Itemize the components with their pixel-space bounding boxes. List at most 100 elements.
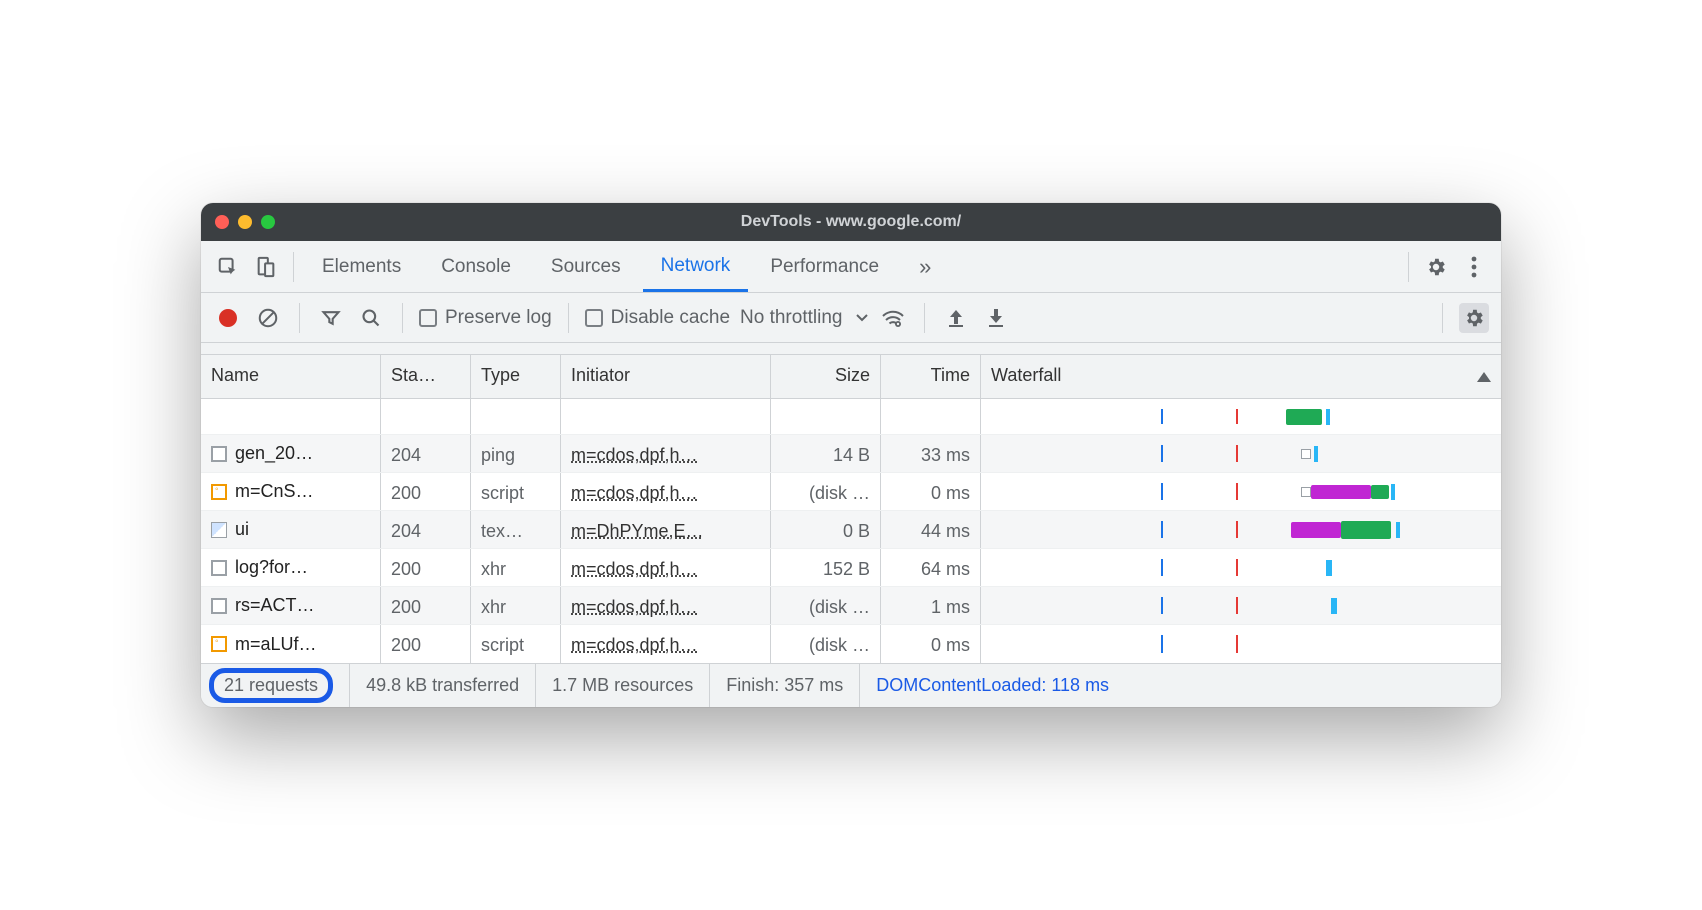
image-icon xyxy=(211,522,227,538)
table-row[interactable]: m=aLUf… 200 script m=cdos,dpf,h… (disk …… xyxy=(201,625,1501,663)
preserve-log-checkbox[interactable]: Preserve log xyxy=(419,307,552,329)
request-initiator[interactable]: m=cdos,dpf,h… xyxy=(561,473,771,510)
device-toolbar-icon[interactable] xyxy=(249,250,283,284)
request-initiator[interactable]: m=DhPYme,E… xyxy=(561,511,771,548)
tab-network[interactable]: Network xyxy=(643,243,749,292)
col-initiator[interactable]: Initiator xyxy=(561,355,771,398)
request-initiator[interactable]: m=cdos,dpf,h… xyxy=(561,549,771,586)
record-button[interactable] xyxy=(213,303,243,333)
traffic-lights xyxy=(215,215,275,229)
tab-overflow[interactable]: » xyxy=(901,242,949,292)
request-size: (disk … xyxy=(771,625,881,663)
tab-sources[interactable]: Sources xyxy=(533,244,639,290)
separator xyxy=(293,252,294,282)
minimize-window-button[interactable] xyxy=(238,215,252,229)
throttling-select[interactable]: No throttling xyxy=(740,307,868,329)
request-size: 0 B xyxy=(771,511,881,548)
request-time: 0 ms xyxy=(881,625,981,663)
table-row[interactable]: gen_20… 204 ping m=cdos,dpf,h… 14 B 33 m… xyxy=(201,435,1501,473)
request-time: 44 ms xyxy=(881,511,981,548)
search-icon[interactable] xyxy=(356,303,386,333)
separator xyxy=(568,303,569,333)
separator xyxy=(299,303,300,333)
request-time: 64 ms xyxy=(881,549,981,586)
request-initiator[interactable]: m=cdos,dpf,h… xyxy=(561,435,771,472)
filter-bar xyxy=(201,343,1501,355)
network-conditions-icon[interactable] xyxy=(878,303,908,333)
col-name[interactable]: Name xyxy=(201,355,381,398)
dom-content-loaded: DOMContentLoaded: 118 ms xyxy=(860,664,1125,707)
request-time: 33 ms xyxy=(881,435,981,472)
request-type: script xyxy=(471,473,561,510)
request-time: 1 ms xyxy=(881,587,981,624)
separator xyxy=(924,303,925,333)
maximize-window-button[interactable] xyxy=(261,215,275,229)
request-size: (disk … xyxy=(771,473,881,510)
request-name: m=CnS… xyxy=(235,481,314,502)
col-status[interactable]: Sta… xyxy=(381,355,471,398)
separator xyxy=(1442,303,1443,333)
network-settings-icon[interactable] xyxy=(1459,303,1489,333)
request-status: 200 xyxy=(381,473,471,510)
status-bar: 21 requests 49.8 kB transferred 1.7 MB r… xyxy=(201,663,1501,707)
main-tabbar: Elements Console Sources Network Perform… xyxy=(201,241,1501,293)
request-time: 0 ms xyxy=(881,473,981,510)
request-initiator[interactable]: m=cdos,dpf,h… xyxy=(561,625,771,663)
filter-icon[interactable] xyxy=(316,303,346,333)
titlebar: DevTools - www.google.com/ xyxy=(201,203,1501,241)
sort-indicator-icon xyxy=(1477,372,1491,382)
file-icon xyxy=(211,560,227,576)
col-size[interactable]: Size xyxy=(771,355,881,398)
transferred-size: 49.8 kB transferred xyxy=(350,664,536,707)
table-row[interactable]: log?for… 200 xhr m=cdos,dpf,h… 152 B 64 … xyxy=(201,549,1501,587)
window-title: DevTools - www.google.com/ xyxy=(201,213,1501,231)
request-status: 200 xyxy=(381,587,471,624)
request-status: 204 xyxy=(381,511,471,548)
file-icon xyxy=(211,446,227,462)
request-type: ping xyxy=(471,435,561,472)
clear-button[interactable] xyxy=(253,303,283,333)
table-row[interactable]: m=CnS… 200 script m=cdos,dpf,h… (disk … … xyxy=(201,473,1501,511)
request-type: script xyxy=(471,625,561,663)
request-name: m=aLUf… xyxy=(235,634,317,655)
more-menu-icon[interactable] xyxy=(1457,250,1491,284)
upload-har-icon[interactable] xyxy=(941,303,971,333)
table-row[interactable]: ui 204 tex… m=DhPYme,E… 0 B 44 ms xyxy=(201,511,1501,549)
script-icon xyxy=(211,484,227,500)
request-name: ui xyxy=(235,519,249,540)
download-har-icon[interactable] xyxy=(981,303,1011,333)
tab-elements[interactable]: Elements xyxy=(304,244,419,290)
requests-count: 21 requests xyxy=(209,668,333,703)
settings-gear-icon[interactable] xyxy=(1419,250,1453,284)
request-name: rs=ACT… xyxy=(235,595,315,616)
disable-cache-checkbox[interactable]: Disable cache xyxy=(585,307,730,329)
tab-console[interactable]: Console xyxy=(423,244,529,290)
finish-time: Finish: 357 ms xyxy=(710,664,860,707)
request-type: xhr xyxy=(471,587,561,624)
file-icon xyxy=(211,598,227,614)
col-type[interactable]: Type xyxy=(471,355,561,398)
devtools-window: DevTools - www.google.com/ Elements Cons… xyxy=(201,203,1501,707)
close-window-button[interactable] xyxy=(215,215,229,229)
request-status: 200 xyxy=(381,549,471,586)
request-table: gen_20… 204 ping m=cdos,dpf,h… 14 B 33 m… xyxy=(201,399,1501,663)
separator xyxy=(402,303,403,333)
request-status: 204 xyxy=(381,435,471,472)
preserve-log-label: Preserve log xyxy=(445,307,552,329)
request-type: xhr xyxy=(471,549,561,586)
request-initiator[interactable]: m=cdos,dpf,h… xyxy=(561,587,771,624)
table-row[interactable]: rs=ACT… 200 xhr m=cdos,dpf,h… (disk … 1 … xyxy=(201,587,1501,625)
request-size: (disk … xyxy=(771,587,881,624)
table-row xyxy=(201,399,1501,435)
inspect-element-icon[interactable] xyxy=(211,250,245,284)
col-time[interactable]: Time xyxy=(881,355,981,398)
request-name: gen_20… xyxy=(235,443,313,464)
col-waterfall[interactable]: Waterfall xyxy=(981,355,1501,398)
throttling-value: No throttling xyxy=(740,307,842,329)
request-status: 200 xyxy=(381,625,471,663)
tab-performance[interactable]: Performance xyxy=(752,244,897,290)
chevron-down-icon xyxy=(856,314,868,322)
separator xyxy=(1408,252,1409,282)
request-name: log?for… xyxy=(235,557,308,578)
table-header: Name Sta… Type Initiator Size Time Water… xyxy=(201,355,1501,399)
